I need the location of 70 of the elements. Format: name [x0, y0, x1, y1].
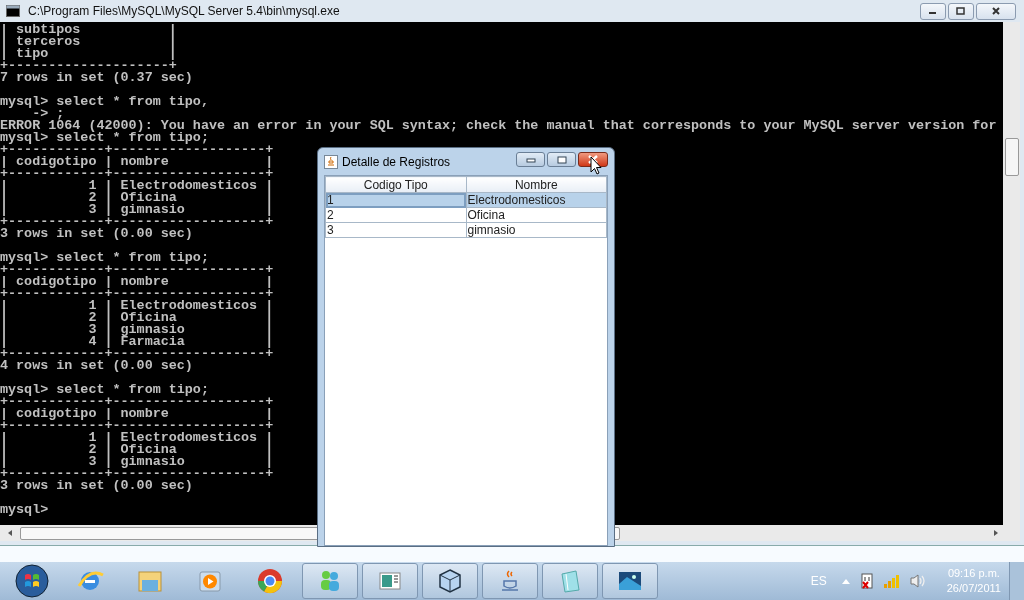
console-line: +------------+-------------------+ — [0, 348, 274, 360]
console-line: -> ; — [32, 108, 65, 120]
console-line: | 4 | Farmacia | — [0, 336, 274, 348]
console-line: ERROR 1064 (42000): You have an error in your SQL syntax; check the manual that corresponds to your MySQL server version for — [0, 120, 997, 132]
console-line: +------------+-------------------+ — [0, 288, 274, 300]
table-row[interactable]: 3 gimnasio — [325, 222, 607, 238]
console-line: +------------+-------------------+ — [0, 216, 274, 228]
close-icon — [587, 155, 599, 164]
console-line: | subtipos | — [0, 24, 177, 36]
console-line: 4 rows in set (0.00 sec) — [0, 360, 193, 372]
maximize-icon — [956, 7, 966, 15]
table-cell: gimnasio — [466, 222, 607, 238]
table-row[interactable]: 2 Oficina — [325, 207, 607, 223]
console-line: mysql> select * from tipo; — [0, 384, 209, 396]
taskbar-button[interactable] — [602, 563, 658, 599]
power-plug-icon[interactable] — [858, 572, 875, 590]
column-header[interactable]: Nombre — [466, 176, 607, 193]
table-row[interactable]: 1 Electrodomesticos — [325, 192, 607, 208]
console-line: | 1 | Electrodomesticos | — [0, 300, 274, 312]
start-button[interactable] — [15, 564, 49, 598]
console-line: +------------+-------------------+ — [0, 420, 274, 432]
maximize-button[interactable] — [948, 2, 974, 20]
console-line: mysql> select * from tipo; — [0, 132, 209, 144]
console-line: | 3 | gimnasio | — [0, 204, 274, 216]
console-line: mysql> select * from tipo; — [0, 252, 209, 264]
maximize-icon — [556, 155, 567, 164]
volume-icon[interactable] — [908, 573, 927, 589]
console-line: | 2 | Oficina | — [0, 312, 274, 324]
scroll-right-icon[interactable] — [992, 529, 1000, 537]
table-cell: 2 — [325, 207, 466, 223]
clock-time: 09:16 p.m. — [947, 566, 1000, 581]
console-line: | 3 | gimnasio | — [0, 456, 274, 468]
browser-icon — [255, 566, 285, 596]
show-hidden-icons-icon[interactable] — [840, 577, 851, 585]
console-line: mysql> — [0, 504, 49, 516]
console-line: +------------+-------------------+ — [0, 264, 274, 276]
window-title: C:\Program Files\MySQL\MySQL Server 5.4\bin\mysql.exe — [28, 4, 340, 18]
console-line: +------------+-------------------+ — [0, 168, 274, 180]
console-line: 3 rows in set (0.00 sec) — [0, 228, 193, 240]
console-line: | 1 | Electrodomesticos | — [0, 180, 274, 192]
console-line: 3 rows in set (0.00 sec) — [0, 480, 193, 492]
minimize-button[interactable] — [920, 2, 946, 20]
console-line: | 1 | Electrodomesticos | — [0, 432, 274, 444]
clock-date: 26/07/2011 — [946, 581, 1001, 596]
console-line: | terceros | — [0, 36, 177, 48]
close-icon — [991, 7, 1001, 15]
console-line: +------------+-------------------+ — [0, 144, 274, 156]
console-line: +------------+-------------------+ — [0, 468, 274, 480]
console-line: | 3 | gimnasio | — [0, 324, 274, 336]
column-header[interactable]: Codigo Tipo — [325, 176, 466, 193]
taskbar-button[interactable] — [422, 563, 478, 599]
console-line: | codigotipo | nombre | — [0, 408, 274, 420]
console-line: | 2 | Oficina | — [0, 192, 274, 204]
console-line: | codigotipo | nombre | — [0, 276, 274, 288]
console-icon — [6, 5, 20, 17]
scroll-left-icon[interactable] — [6, 529, 14, 537]
dialog-title: Detalle de Registros — [342, 154, 451, 169]
cup-icon — [324, 154, 338, 169]
console-line: +--------------------+ — [0, 60, 177, 72]
console-line: mysql> select * from tipo, — [0, 96, 209, 108]
console-line: | tipo | — [0, 48, 177, 60]
console-line: | 2 | Oficina | — [0, 444, 274, 456]
console-line: 7 rows in set (0.37 sec) — [0, 72, 193, 84]
close-button[interactable] — [976, 2, 1016, 20]
console-line: +------------+-------------------+ — [0, 396, 274, 408]
maximize-button[interactable] — [547, 152, 576, 167]
table-cell: Oficina — [466, 207, 607, 223]
table-cell: 3 — [325, 222, 466, 238]
console-line: | codigotipo | nombre | — [0, 156, 274, 168]
minimize-icon — [525, 156, 536, 163]
